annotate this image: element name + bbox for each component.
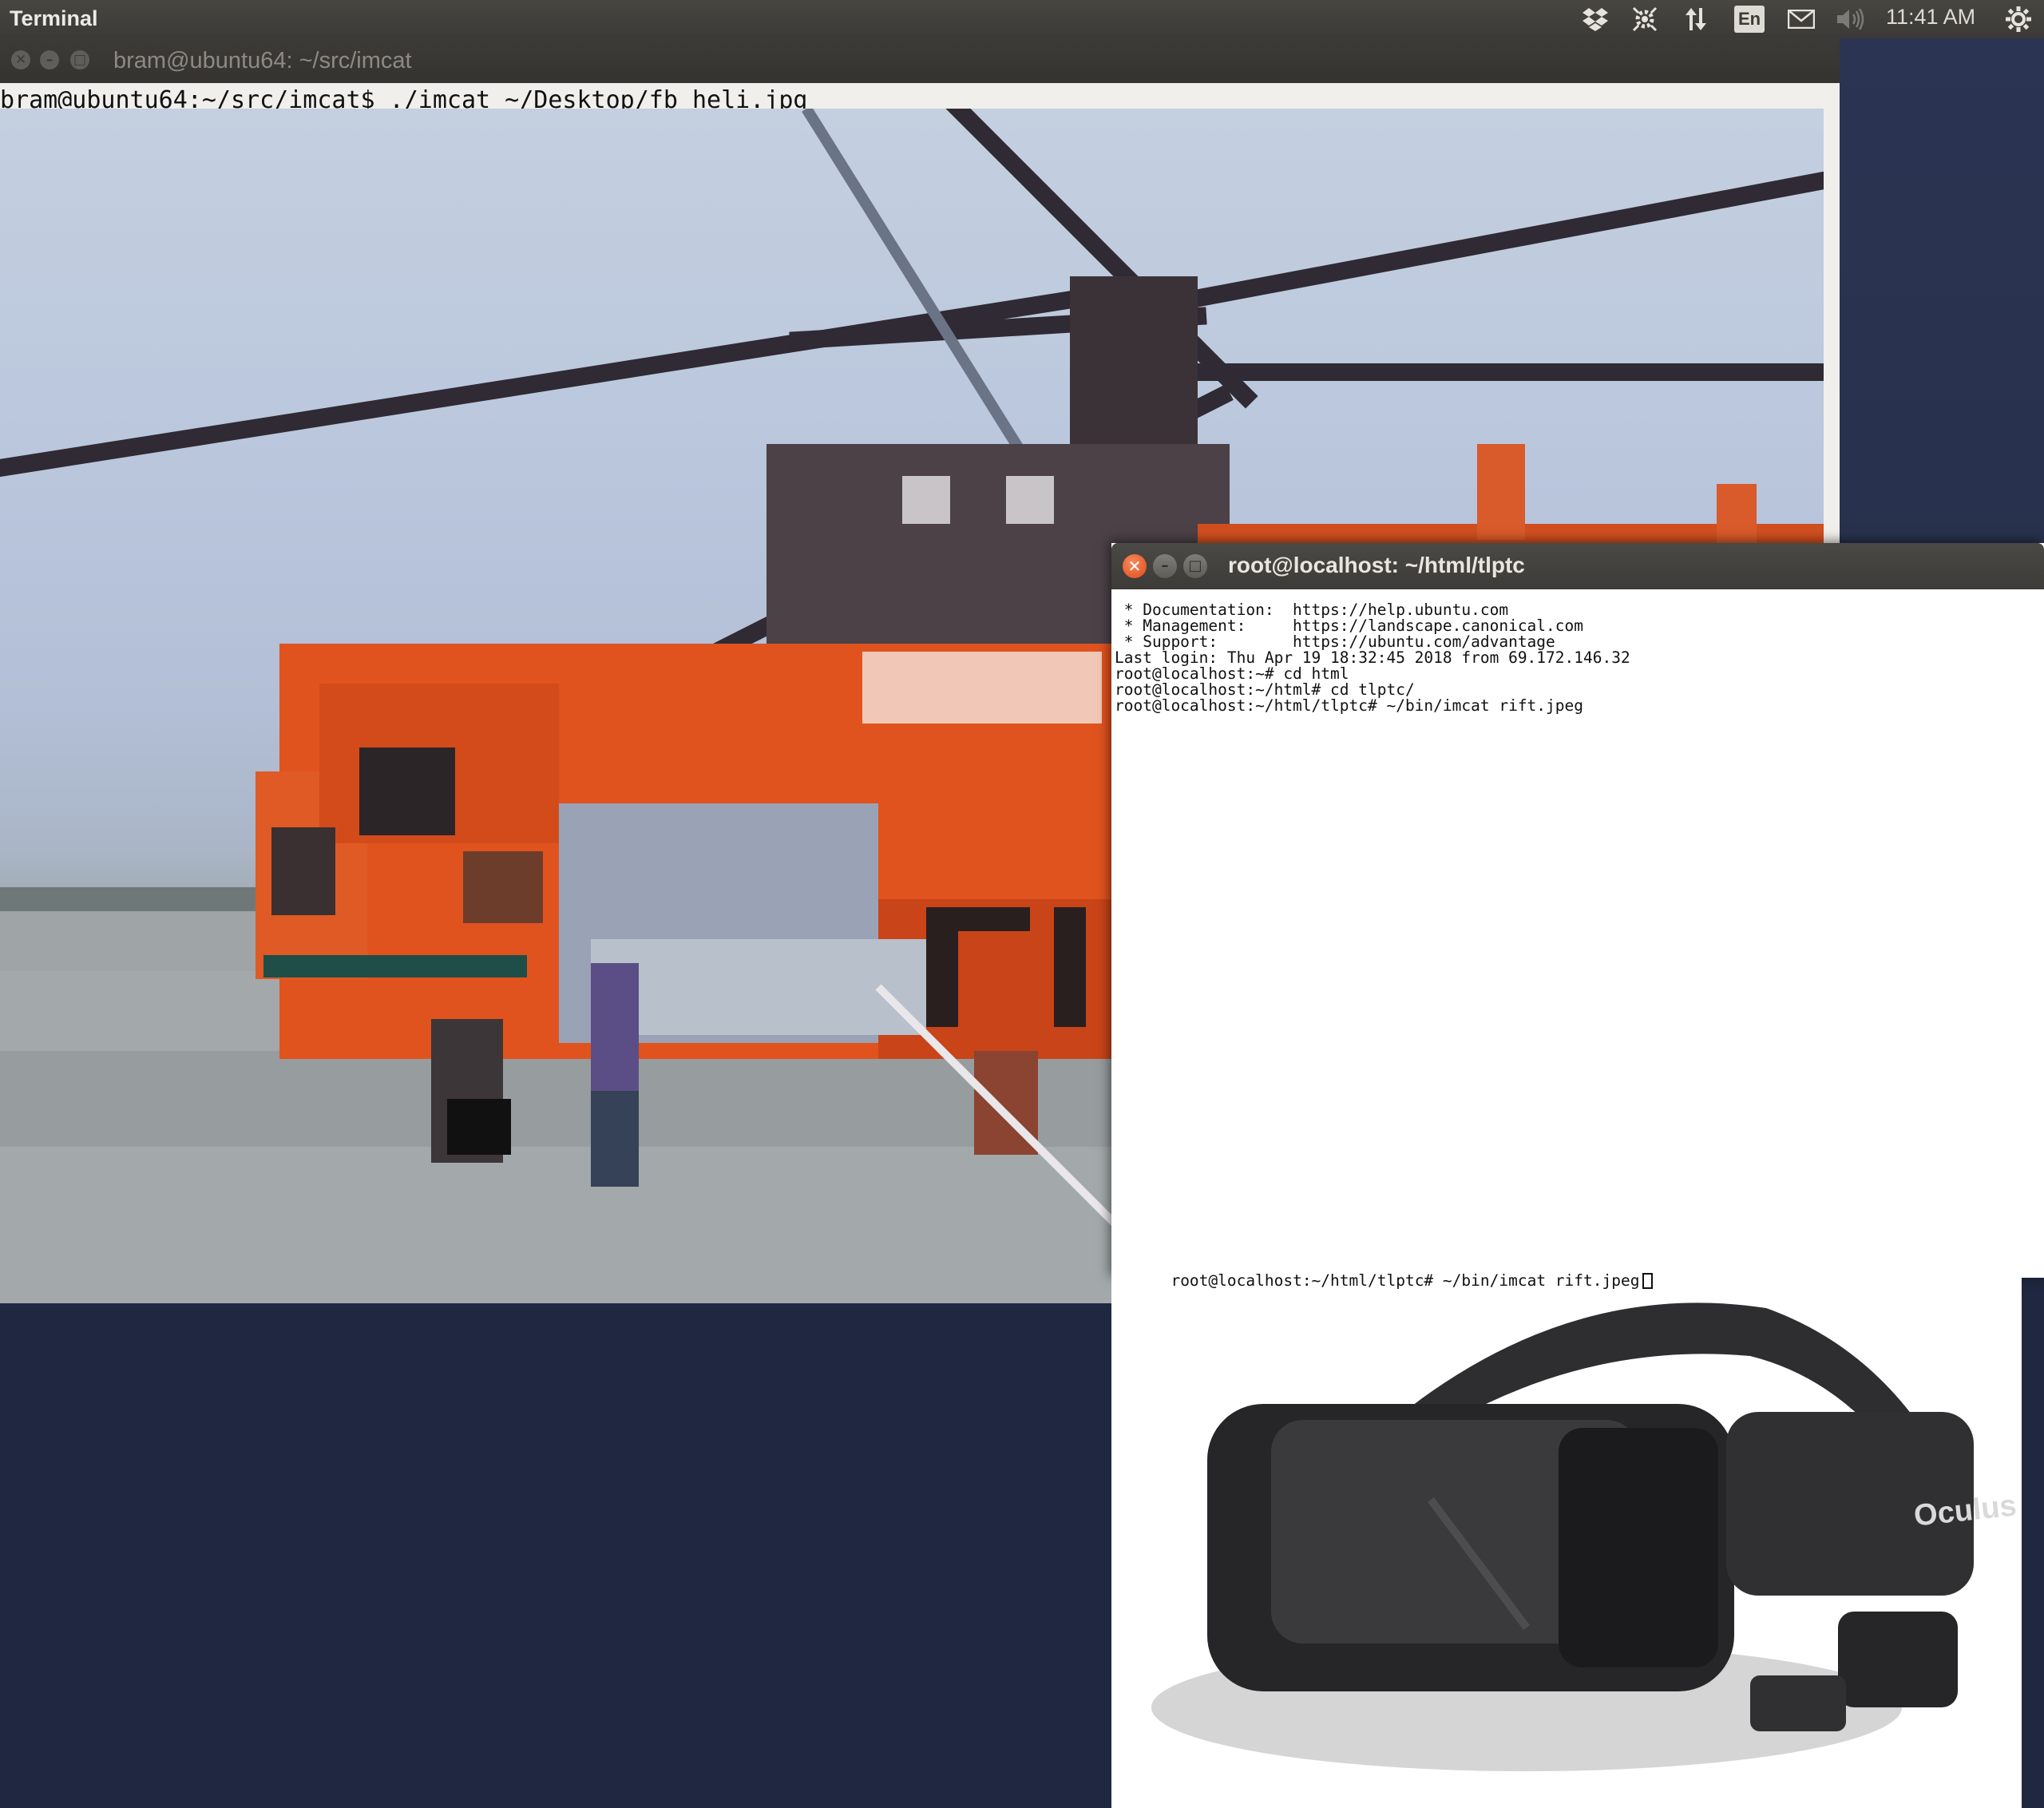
transfer-arrows-icon[interactable]: [1682, 5, 1710, 34]
motd-management: * Management: https://landscape.canonica…: [1115, 617, 1583, 635]
top-panel: Terminal En 11:41 AM: [0, 0, 2044, 38]
history-line: root@localhost:~# cd html: [1115, 664, 1349, 683]
minimize-button[interactable]: –: [1153, 554, 1177, 578]
text-cursor: [1642, 1273, 1654, 1289]
prompt-text: root@localhost:~/html/tlptc# ~/bin/imcat…: [1171, 1271, 1640, 1290]
rift-image-svg: [1111, 1260, 2022, 1808]
window-title: bram@ubuntu64: ~/src/imcat: [113, 48, 412, 73]
close-button[interactable]: ✕: [1123, 554, 1147, 578]
volume-icon[interactable]: [1835, 5, 1867, 34]
panel-app-title: Terminal: [10, 6, 98, 30]
clock[interactable]: 11:41 AM: [1886, 5, 1975, 30]
terminal-content[interactable]: * Documentation: https://help.ubuntu.com…: [1111, 589, 2044, 1808]
motd-documentation: * Documentation: https://help.ubuntu.com: [1115, 601, 1509, 619]
network-settings-icon[interactable]: [1629, 5, 1661, 34]
ssh-titlebar[interactable]: ✕ – □ root@localhost: ~/html/tlptc: [1111, 543, 2044, 589]
minimize-button[interactable]: –: [40, 50, 59, 69]
history-line: root@localhost:~/html# cd tlptc/: [1115, 680, 1415, 699]
maximize-button[interactable]: □: [70, 50, 89, 69]
system-gear-icon[interactable]: [2002, 5, 2034, 34]
ssh-terminal-window[interactable]: ✕ – □ root@localhost: ~/html/tlptc * Doc…: [1111, 543, 2044, 1808]
last-login-line: Last login: Thu Apr 19 18:32:45 2018 fro…: [1115, 648, 1630, 667]
main-titlebar[interactable]: ✕ – □ bram@ubuntu64: ~/src/imcat: [0, 38, 1840, 83]
history-line: root@localhost:~/html/tlptc# ~/bin/imcat…: [1115, 696, 1583, 715]
language-indicator[interactable]: En: [1734, 6, 1765, 33]
close-button[interactable]: ✕: [11, 50, 30, 69]
prompt-line[interactable]: root@localhost:~/html/tlptc# ~/bin/imcat…: [1115, 1257, 1654, 1305]
dropbox-icon[interactable]: [1579, 5, 1611, 34]
window-title: root@localhost: ~/html/tlptc: [1228, 553, 1525, 577]
maximize-button[interactable]: □: [1183, 554, 1207, 578]
motd-support: * Support: https://ubuntu.com/advantage: [1115, 632, 1555, 651]
mail-icon[interactable]: [1785, 5, 1817, 34]
